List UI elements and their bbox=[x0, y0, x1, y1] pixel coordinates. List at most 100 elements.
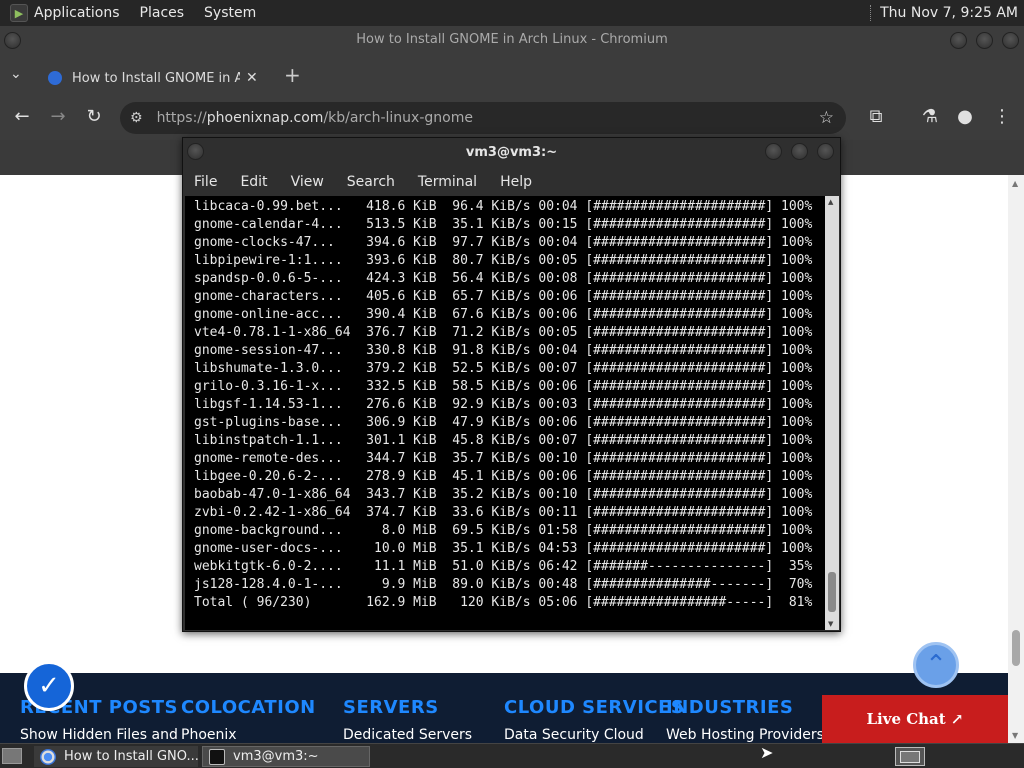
back-arrow-icon[interactable]: ← bbox=[10, 106, 34, 127]
terminal-output[interactable]: libcaca-0.99.bet... 418.6 KiB 96.4 KiB/s… bbox=[185, 196, 825, 630]
phoenixnap-badge-icon[interactable]: ✓ bbox=[24, 661, 74, 711]
top-panel: ▶ Applications Places System Thu Nov 7, … bbox=[0, 0, 1024, 26]
close-window-button[interactable] bbox=[1002, 32, 1019, 49]
terminal-line: gnome-user-docs-... 10.0 MiB 35.1 KiB/s … bbox=[194, 541, 813, 556]
taskbar-item-label: vm3@vm3:~ bbox=[233, 749, 319, 764]
applications-logo-icon[interactable]: ▶ bbox=[10, 4, 28, 22]
terminal-line: gnome-characters... 405.6 KiB 65.7 KiB/s… bbox=[194, 289, 813, 304]
terminal-close-button[interactable] bbox=[817, 143, 834, 160]
footer-servers-link[interactable]: Dedicated Servers bbox=[343, 727, 472, 743]
footer-cloud-services-title: CLOUD SERVICES bbox=[504, 697, 685, 718]
extensions-icon[interactable]: ⧉ bbox=[864, 106, 888, 127]
tab-search-chevron-icon[interactable]: ⌄ bbox=[10, 66, 22, 82]
terminal-line: libcaca-0.99.bet... 418.6 KiB 96.4 KiB/s… bbox=[194, 199, 813, 214]
footer-industries-link[interactable]: Web Hosting Providers bbox=[666, 727, 824, 743]
terminal-line: js128-128.4.0-1-... 9.9 MiB 89.0 KiB/s 0… bbox=[194, 577, 813, 592]
phoenixnap-favicon-icon bbox=[48, 71, 62, 85]
terminal-menu-file[interactable]: File bbox=[194, 174, 217, 190]
terminal-menu-terminal[interactable]: Terminal bbox=[418, 174, 477, 190]
show-desktop-icon[interactable] bbox=[2, 748, 22, 764]
terminal-window-menu-button[interactable] bbox=[187, 143, 204, 160]
footer-cloud-services-link[interactable]: Data Security Cloud bbox=[504, 727, 644, 743]
terminal-line: gnome-session-47... 330.8 KiB 91.8 KiB/s… bbox=[194, 343, 813, 358]
maximize-button[interactable] bbox=[976, 32, 993, 49]
terminal-menu-search[interactable]: Search bbox=[347, 174, 395, 190]
footer-colocation-title: COLOCATION bbox=[181, 697, 316, 718]
url-text[interactable]: https://phoenixnap.com/kb/arch-linux-gno… bbox=[157, 110, 473, 126]
terminal-title: vm3@vm3:~ bbox=[465, 145, 558, 160]
more-menu-icon[interactable]: ⋮ bbox=[990, 106, 1014, 127]
terminal-window: vm3@vm3:~ File Edit View Search Terminal… bbox=[182, 137, 841, 632]
taskbar-item-chromium[interactable]: How to Install GNO... bbox=[34, 746, 198, 767]
terminal-line: gnome-clocks-47... 394.6 KiB 97.7 KiB/s … bbox=[194, 235, 813, 250]
terminal-menu-help[interactable]: Help bbox=[500, 174, 532, 190]
terminal-menu-edit[interactable]: Edit bbox=[240, 174, 267, 190]
system-menu[interactable]: System bbox=[204, 5, 256, 21]
terminal-line: spandsp-0.0.6-5-... 424.3 KiB 56.4 KiB/s… bbox=[194, 271, 813, 286]
terminal-line: gnome-remote-des... 344.7 KiB 35.7 KiB/s… bbox=[194, 451, 813, 466]
new-tab-icon[interactable]: + bbox=[284, 63, 301, 87]
terminal-scroll-down-icon[interactable]: ▼ bbox=[828, 620, 833, 628]
terminal-line: libinstpatch-1.1... 301.1 KiB 45.8 KiB/s… bbox=[194, 433, 813, 448]
labs-flask-icon[interactable]: ⚗ bbox=[918, 106, 942, 127]
tab-strip: ⌄ How to Install GNOME in Arc ✕ + bbox=[0, 54, 1024, 96]
terminal-line: libgsf-1.14.53-1... 276.6 KiB 92.9 KiB/s… bbox=[194, 397, 813, 412]
places-menu[interactable]: Places bbox=[140, 5, 185, 21]
terminal-scrollbar-thumb[interactable] bbox=[828, 572, 836, 612]
clock[interactable]: Thu Nov 7, 9:25 AM bbox=[880, 5, 1018, 21]
site-info-icon[interactable]: ⚙ bbox=[130, 110, 143, 126]
live-chat-button[interactable]: Live Chat ↗ bbox=[822, 695, 1008, 743]
workspace-switcher[interactable] bbox=[895, 747, 925, 766]
terminal-scrollbar[interactable]: ▲ ▼ bbox=[825, 196, 839, 630]
chromium-icon bbox=[40, 748, 56, 765]
terminal-menubar: File Edit View Search Terminal Help bbox=[183, 168, 840, 196]
bottom-taskbar: How to Install GNO... vm3@vm3:~ bbox=[0, 743, 1024, 768]
terminal-menu-view[interactable]: View bbox=[291, 174, 324, 190]
terminal-line: Total ( 96/230) 162.9 MiB 120 KiB/s 05:0… bbox=[194, 595, 813, 610]
terminal-line: libshumate-1.3.0... 379.2 KiB 52.5 KiB/s… bbox=[194, 361, 813, 376]
footer-colocation-link[interactable]: Phoenix bbox=[181, 727, 237, 743]
reload-icon[interactable]: ↻ bbox=[82, 106, 106, 127]
minimize-button[interactable] bbox=[950, 32, 967, 49]
bookmark-star-icon[interactable]: ☆ bbox=[819, 108, 834, 128]
page-scrollbar-thumb[interactable] bbox=[1012, 630, 1020, 666]
tab-close-icon[interactable]: ✕ bbox=[246, 70, 258, 86]
terminal-line: zvbi-0.2.42-1-x86_64 374.7 KiB 33.6 KiB/… bbox=[194, 505, 813, 520]
scroll-up-arrow-icon[interactable]: ▲ bbox=[1012, 179, 1018, 188]
terminal-line: gnome-background... 8.0 MiB 69.5 KiB/s 0… bbox=[194, 523, 813, 538]
terminal-maximize-button[interactable] bbox=[791, 143, 808, 160]
address-bar[interactable]: ⚙ https://phoenixnap.com/kb/arch-linux-g… bbox=[120, 102, 846, 134]
taskbar-item-terminal[interactable]: vm3@vm3:~ bbox=[202, 746, 370, 767]
scroll-to-top-icon[interactable]: ⌃ bbox=[913, 642, 959, 688]
terminal-line: grilo-0.3.16-1-x... 332.5 KiB 58.5 KiB/s… bbox=[194, 379, 813, 394]
terminal-line: vte4-0.78.1-1-x86_64 376.7 KiB 71.2 KiB/… bbox=[194, 325, 813, 340]
page-scrollbar[interactable]: ▲ ▼ bbox=[1008, 175, 1024, 743]
terminal-line: webkitgtk-6.0-2.... 11.1 MiB 51.0 KiB/s … bbox=[194, 559, 813, 574]
terminal-line: gst-plugins-base... 306.9 KiB 47.9 KiB/s… bbox=[194, 415, 813, 430]
terminal-line: libpipewire-1:1.... 393.6 KiB 80.7 KiB/s… bbox=[194, 253, 813, 268]
applications-menu[interactable]: Applications bbox=[34, 5, 120, 21]
browser-titlebar: How to Install GNOME in Arch Linux - Chr… bbox=[0, 26, 1024, 54]
workspace-thumbnail[interactable] bbox=[900, 751, 920, 763]
mouse-cursor-icon: ➤ bbox=[760, 743, 774, 762]
terminal-minimize-button[interactable] bbox=[765, 143, 782, 160]
terminal-icon bbox=[209, 748, 225, 765]
scroll-down-arrow-icon[interactable]: ▼ bbox=[1012, 731, 1018, 740]
terminal-line: gnome-calendar-4... 513.5 KiB 35.1 KiB/s… bbox=[194, 217, 813, 232]
browser-toolbar: ← → ↻ ⚙ https://phoenixnap.com/kb/arch-l… bbox=[0, 96, 1024, 140]
tab-active[interactable]: How to Install GNOME in Arc ✕ bbox=[36, 60, 274, 96]
footer-recent-post-link[interactable]: Show Hidden Files and bbox=[20, 727, 178, 743]
tab-title: How to Install GNOME in Arc bbox=[72, 70, 240, 86]
terminal-line: gnome-online-acc... 390.4 KiB 67.6 KiB/s… bbox=[194, 307, 813, 322]
terminal-titlebar: vm3@vm3:~ bbox=[183, 138, 840, 168]
terminal-scroll-up-icon[interactable]: ▲ bbox=[828, 198, 833, 206]
forward-arrow-icon[interactable]: → bbox=[46, 106, 70, 127]
terminal-line: libgee-0.20.6-2-... 278.9 KiB 45.1 KiB/s… bbox=[194, 469, 813, 484]
taskbar-item-label: How to Install GNO... bbox=[64, 749, 198, 764]
footer-servers-title: SERVERS bbox=[343, 697, 439, 718]
panel-separator bbox=[870, 5, 872, 21]
terminal-line: baobab-47.0-1-x86_64 343.7 KiB 35.2 KiB/… bbox=[194, 487, 813, 502]
footer-industries-title: INDUSTRIES bbox=[666, 697, 794, 718]
window-menu-button[interactable] bbox=[4, 32, 21, 49]
profile-icon[interactable]: ● bbox=[953, 106, 977, 127]
